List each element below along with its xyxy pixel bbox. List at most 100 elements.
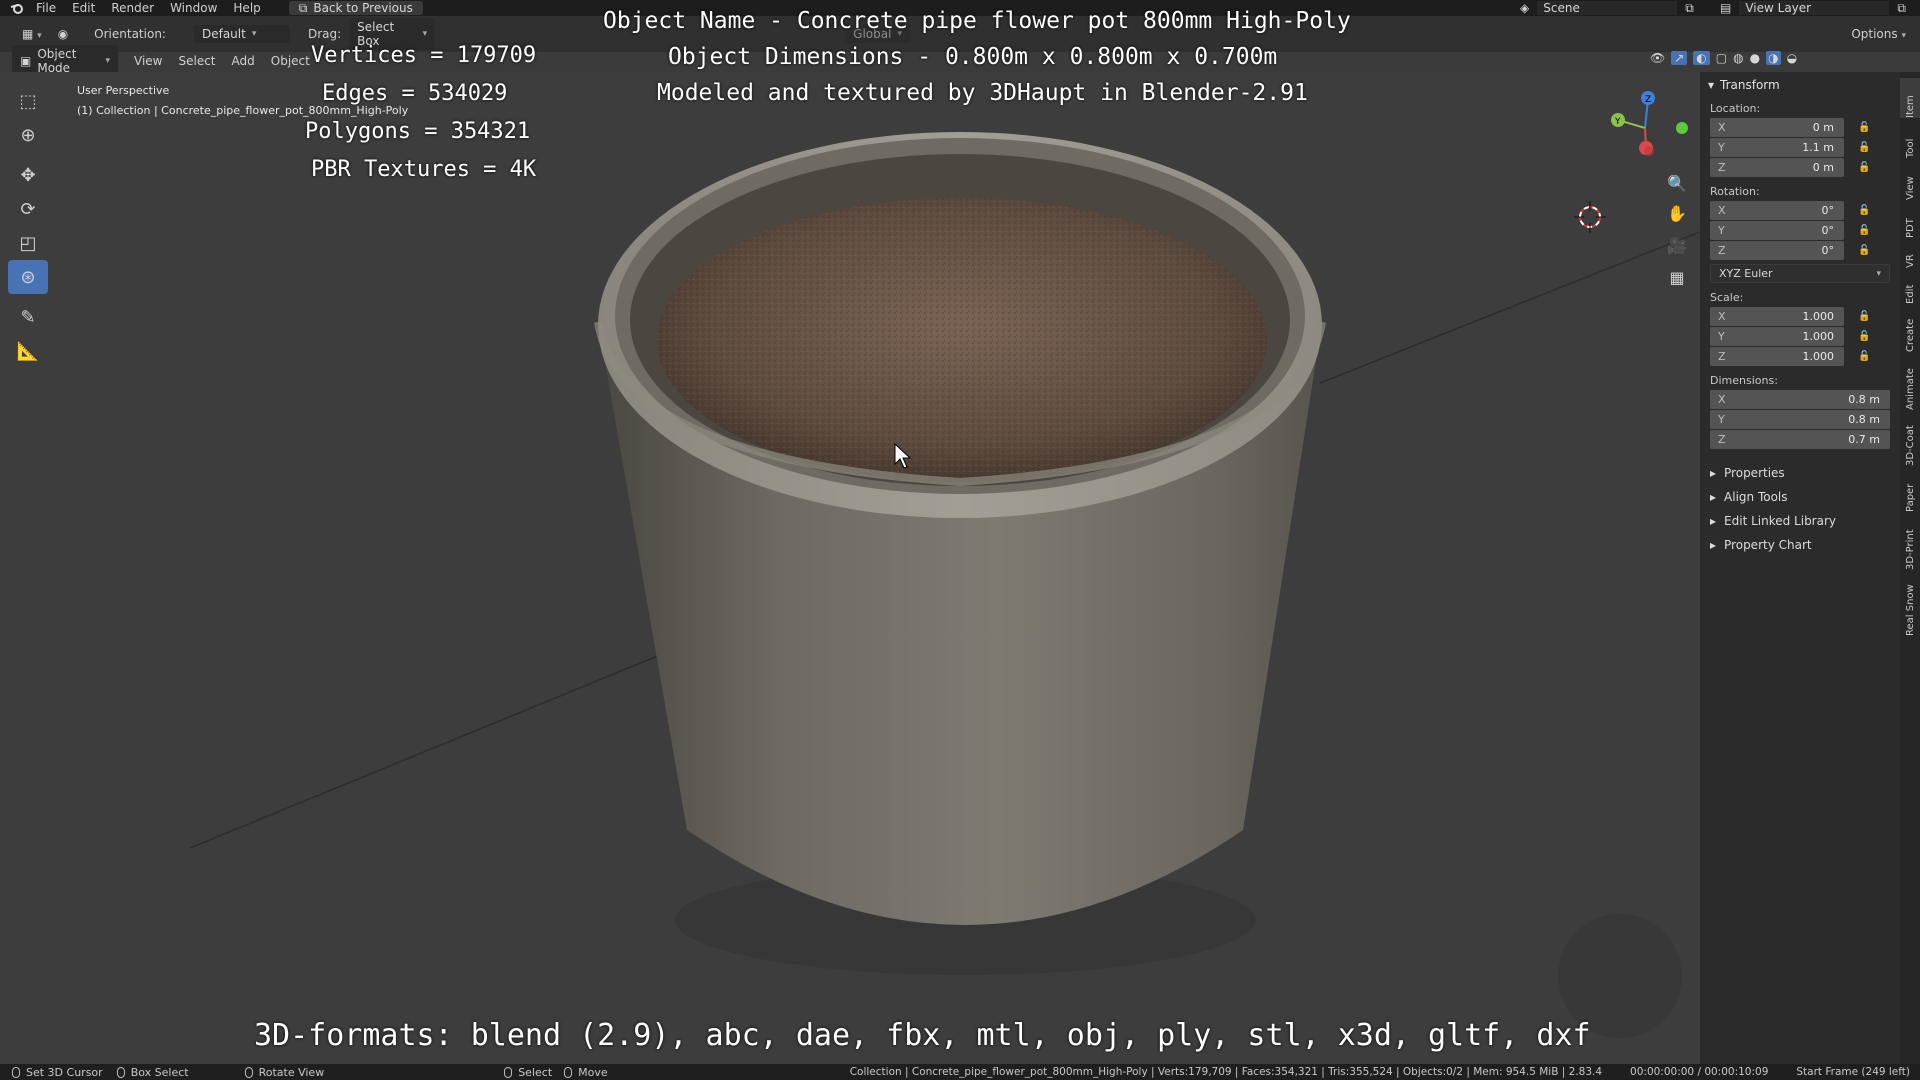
menu-view[interactable]: View	[126, 52, 170, 70]
object-name-title: Object Name - Concrete pipe flower pot 8…	[603, 8, 1351, 34]
lock-icon[interactable]: 🔓	[1858, 162, 1870, 174]
lock-icon[interactable]: 🔓	[1858, 245, 1870, 257]
menu-select[interactable]: Select	[170, 52, 223, 70]
menu-render[interactable]: Render	[103, 1, 162, 15]
lock-icon[interactable]: 🔓	[1858, 142, 1870, 154]
orientation-dropdown[interactable]: Default ▾	[193, 25, 290, 43]
menu-object[interactable]: Object	[263, 52, 318, 70]
view-layer-new-icon[interactable]: ⧉	[1897, 1, 1906, 16]
align-tools-panel-header[interactable]: ▸ Align Tools	[1700, 484, 1900, 508]
editor-type-icon[interactable]: ▦ ▾	[14, 25, 50, 43]
tab-create[interactable]: Create	[1900, 306, 1920, 352]
visibility-icon[interactable]: 👁	[1650, 51, 1665, 65]
viewport-perspective-label: User Perspective	[77, 84, 170, 97]
gizmo-toggle-icon[interactable]: ↗	[1671, 51, 1688, 65]
location-x-field[interactable]: X0 m	[1710, 118, 1844, 137]
view-layer-name[interactable]: View Layer	[1739, 1, 1890, 15]
tab-pdt[interactable]: PDT	[1900, 204, 1920, 238]
chevron-down-icon: ▾	[1876, 268, 1881, 279]
hint-move: Move	[564, 1066, 608, 1079]
dimensions-x-field[interactable]: X 0.8 m	[1710, 390, 1890, 409]
menu-file[interactable]: File	[28, 1, 64, 15]
tab-vr[interactable]: VR	[1900, 240, 1920, 268]
pan-hand-icon[interactable]: ✋	[1666, 202, 1688, 224]
properties-panel-header[interactable]: ▸ Properties	[1700, 460, 1900, 484]
camera-view-icon[interactable]: 🎥	[1666, 234, 1688, 256]
navigation-gizmo[interactable]: Z Y	[1600, 88, 1690, 168]
tab-tool[interactable]: Tool	[1900, 122, 1920, 158]
menu-add[interactable]: Add	[224, 52, 263, 70]
lock-icon[interactable]: 🔓	[1858, 225, 1870, 237]
back-to-previous-button[interactable]: ⧉ Back to Previous	[288, 0, 423, 15]
chevron-right-icon: ▸	[1710, 538, 1717, 552]
xray-icon[interactable]: ▢	[1716, 51, 1727, 65]
scene-selector[interactable]: ◈ Scene ⧉	[1520, 0, 1694, 16]
dimensions-y-field[interactable]: Y 0.8 m	[1710, 410, 1890, 429]
scale-label: Scale:	[1710, 291, 1744, 304]
rotation-x-row: X 0° 🔓	[1710, 201, 1890, 220]
lock-icon[interactable]: 🔓	[1858, 311, 1870, 323]
rotation-z-field[interactable]: Z 0°	[1710, 241, 1844, 260]
menu-help[interactable]: Help	[225, 1, 268, 15]
cursor-tool-icon[interactable]: ⊕	[8, 118, 48, 152]
measure-tool-icon[interactable]: 📐	[8, 334, 48, 368]
zoom-icon[interactable]: 🔍	[1666, 172, 1688, 194]
location-z-field[interactable]: Z0 m	[1710, 158, 1844, 177]
tab-real-snow[interactable]: Real Snow	[1900, 574, 1920, 636]
annotate-tool-icon[interactable]: ✎	[8, 300, 48, 334]
mouse-drag-icon	[564, 1066, 573, 1078]
lock-icon[interactable]: 🔓	[1858, 205, 1870, 217]
wireframe-shading-icon[interactable]: ◍	[1733, 51, 1743, 65]
chevron-right-icon: ▸	[1710, 466, 1717, 480]
scene-name[interactable]: Scene	[1537, 1, 1678, 15]
rotation-x-field[interactable]: X 0°	[1710, 201, 1844, 220]
chevron-down-icon: ▾	[1901, 31, 1906, 41]
rotate-tool-icon[interactable]: ⟳	[8, 192, 48, 226]
tab-paper[interactable]: Paper	[1900, 470, 1920, 512]
tab-animate[interactable]: Animate	[1900, 356, 1920, 410]
scale-z-field[interactable]: Z 1.000	[1710, 347, 1844, 366]
tab-view[interactable]: View	[1900, 162, 1920, 200]
location-y-row: Y 1.1 m 🔓	[1710, 138, 1890, 157]
scale-tool-icon[interactable]: ◰	[8, 226, 48, 260]
move-tool-icon[interactable]: ✥	[8, 158, 48, 192]
scale-y-field[interactable]: Y 1.000	[1710, 327, 1844, 346]
tab-item[interactable]: Item	[1900, 78, 1920, 118]
material-shading-icon[interactable]: ◑	[1766, 51, 1781, 65]
back-icon: ⧉	[298, 0, 308, 15]
scene-new-icon[interactable]: ⧉	[1685, 1, 1694, 16]
transform-panel-header[interactable]: ▾ Transform	[1700, 72, 1900, 98]
blender-logo-icon[interactable]	[6, 0, 28, 16]
view-layer-selector[interactable]: ▤ View Layer ⧉	[1720, 0, 1906, 16]
tool-icon[interactable]: ◉	[50, 25, 76, 43]
rotation-mode-dropdown[interactable]: XYZ Euler ▾	[1710, 264, 1890, 283]
lock-icon[interactable]: 🔓	[1858, 351, 1870, 363]
perspective-toggle-icon[interactable]: ▦	[1666, 266, 1688, 288]
orientation-label: Orientation:	[94, 27, 166, 41]
tab-edit[interactable]: Edit	[1900, 270, 1920, 304]
tab-3d-print[interactable]: 3D-Print	[1900, 516, 1920, 570]
menu-window[interactable]: Window	[162, 1, 225, 15]
overlays-icon[interactable]: ◐	[1693, 51, 1710, 65]
lock-icon[interactable]: 🔓	[1858, 122, 1870, 134]
menu-edit[interactable]: Edit	[64, 1, 103, 15]
solid-shading-icon[interactable]: ●	[1750, 51, 1760, 65]
rotation-y-field[interactable]: Y 0°	[1710, 221, 1844, 240]
dimensions-z-field[interactable]: Z 0.7 m	[1710, 430, 1890, 449]
tab-3d-coat[interactable]: 3D-Coat	[1900, 414, 1920, 466]
svg-text:Y: Y	[1614, 117, 1621, 127]
lock-icon[interactable]: 🔓	[1858, 331, 1870, 343]
3d-viewport[interactable]	[0, 72, 1700, 1064]
location-z-row: Z0 m 🔓	[1710, 158, 1890, 177]
options-dropdown[interactable]: Options ▾	[1843, 25, 1914, 43]
rendered-shading-icon[interactable]: ◒	[1787, 51, 1797, 65]
location-y-field[interactable]: Y 1.1 m	[1710, 138, 1844, 157]
transform-tool-icon[interactable]: ⊛	[8, 260, 48, 294]
property-chart-panel-header[interactable]: ▸ Property Chart	[1700, 532, 1900, 556]
select-box-tool-icon[interactable]: ⬚	[8, 84, 48, 118]
scale-x-field[interactable]: X 1.000	[1710, 307, 1844, 326]
chevron-down-icon: ▾	[1708, 78, 1715, 92]
edit-linked-library-panel-header[interactable]: ▸ Edit Linked Library	[1700, 508, 1900, 532]
status-bar: Set 3D Cursor Box Select Rotate View Sel…	[0, 1064, 1920, 1080]
object-mode-icon: ▣	[20, 54, 32, 68]
